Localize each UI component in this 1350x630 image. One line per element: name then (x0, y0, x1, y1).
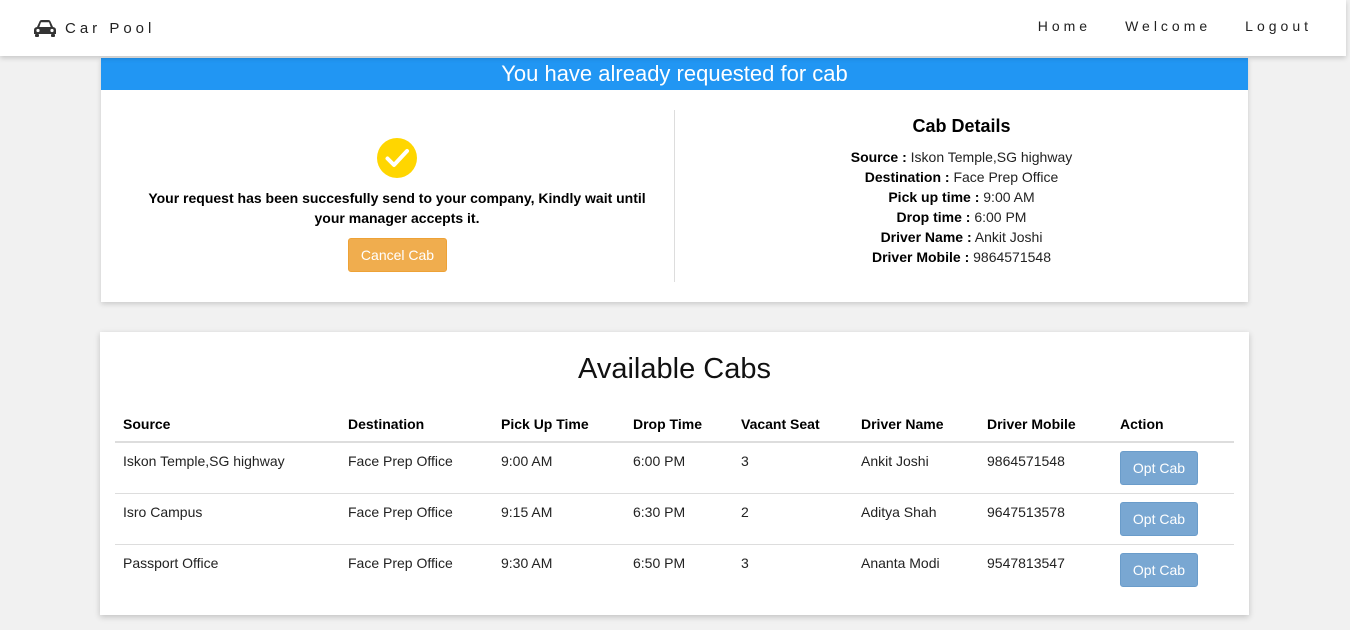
cell-drop-time: 6:00 PM (625, 442, 733, 494)
request-confirmation: Your request has been succesfully send t… (101, 90, 674, 302)
detail-driver-name: Driver Name : Ankit Joshi (675, 227, 1248, 247)
detail-pickup-time: Pick up time : 9:00 AM (675, 187, 1248, 207)
brand[interactable]: Car Pool (32, 17, 155, 39)
cell-driver-mobile: 9647513578 (979, 493, 1112, 545)
cell-action: Opt Cab (1112, 442, 1234, 494)
detail-value: Iskon Temple,SG highway (910, 149, 1073, 165)
check-circle-icon (377, 138, 417, 178)
cell-source: Passport Office (123, 554, 219, 571)
cab-details-list: Source : Iskon Temple,SG highway Destina… (675, 147, 1248, 267)
detail-value: Ankit Joshi (974, 229, 1043, 245)
opt-cab-button[interactable]: Opt Cab (1120, 501, 1198, 536)
nav-logout-link[interactable]: Logout (1245, 18, 1312, 34)
detail-value: 6:00 PM (974, 209, 1027, 225)
detail-label: Pick up time : (888, 189, 980, 205)
request-status-message: Your request has been succesfully send t… (148, 190, 646, 226)
detail-value: 9:00 AM (983, 189, 1035, 205)
nav-welcome-link[interactable]: Welcome (1125, 18, 1211, 34)
opt-cab-button[interactable]: Opt Cab (1120, 552, 1198, 587)
cell-drop-time: 6:30 PM (625, 493, 733, 545)
cell-destination: Face Prep Office (340, 442, 493, 494)
top-navbar: Car Pool Home Welcome Logout (0, 0, 1346, 56)
cell-action: Opt Cab (1112, 493, 1234, 545)
detail-label: Drop time : (896, 209, 971, 225)
nav-links: Home Welcome Logout (1038, 18, 1312, 34)
detail-driver-mobile: Driver Mobile : 9864571548 (675, 247, 1248, 267)
cell-pickup-time: 9:30 AM (501, 554, 553, 571)
column-header: Pick Up Time (493, 407, 625, 443)
column-header: Vacant Seat (733, 407, 853, 443)
cell-vacant-seat: 2 (733, 493, 853, 545)
cell-source: Isro Campus (115, 493, 340, 545)
table-row: Isro Campus Face Prep Office 9:15 AM 6:3… (115, 493, 1234, 545)
available-cabs-title: Available Cabs (578, 353, 771, 385)
detail-label: Source : (850, 149, 907, 165)
detail-value: Face Prep Office (953, 169, 1059, 185)
cell-driver-mobile: 9547813547 (987, 554, 1065, 571)
column-header: Drop Time (625, 407, 733, 443)
cell-driver-name: Ankit Joshi (853, 442, 979, 494)
detail-destination: Destination : Face Prep Office (675, 167, 1248, 187)
table-row: Iskon Temple,SG highway Face Prep Office… (115, 442, 1234, 494)
detail-source: Source : Iskon Temple,SG highway (675, 147, 1248, 167)
column-header: Driver Name (853, 407, 979, 443)
cell-pickup-time: 9:00 AM (493, 442, 625, 494)
column-header: Destination (340, 407, 493, 443)
detail-value: 9864571548 (973, 249, 1051, 265)
opt-cab-button[interactable]: Opt Cab (1120, 451, 1198, 485)
detail-label: Driver Name : (880, 229, 972, 245)
detail-label: Driver Mobile : (871, 249, 970, 265)
brand-name: Car Pool (65, 19, 156, 37)
cell-pickup-time: 9:15 AM (493, 493, 625, 545)
available-cabs-table: Source Destination Pick Up Time Drop Tim… (115, 407, 1234, 595)
cancel-cab-button[interactable]: Cancel Cab (348, 238, 447, 272)
cell-source: Iskon Temple,SG highway (115, 442, 340, 494)
table-row: Passport Office Face Prep Office 9:30 AM… (115, 544, 1234, 595)
request-status-card: You have already requested for cab Your … (101, 58, 1248, 302)
nav-home-link[interactable]: Home (1038, 18, 1091, 34)
column-header: Driver Mobile (979, 407, 1112, 443)
cell-vacant-seat: 3 (741, 554, 749, 571)
cell-destination: Face Prep Office (348, 554, 453, 571)
column-header: Action (1112, 407, 1234, 443)
cell-driver-name: Ananta Modi (861, 554, 940, 571)
cab-details: Cab Details Source : Iskon Temple,SG hig… (675, 90, 1248, 267)
cell-drop-time: 6:50 PM (633, 554, 686, 571)
table-header-row: Source Destination Pick Up Time Drop Tim… (115, 407, 1234, 443)
cell-driver-mobile: 9864571548 (979, 442, 1112, 494)
detail-label: Destination : (864, 169, 950, 185)
cell-vacant-seat: 3 (733, 442, 853, 494)
cell-action: Opt Cab (1112, 544, 1234, 595)
cell-driver-name: Aditya Shah (853, 493, 979, 545)
cab-details-title: Cab Details (912, 116, 1011, 136)
available-cabs-card: Available Cabs Source Destination Pick U… (100, 332, 1249, 615)
detail-drop-time: Drop time : 6:00 PM (675, 207, 1248, 227)
status-banner: You have already requested for cab (101, 58, 1248, 90)
car-icon (34, 20, 56, 37)
cell-destination: Face Prep Office (340, 493, 493, 545)
column-header: Source (115, 407, 340, 443)
